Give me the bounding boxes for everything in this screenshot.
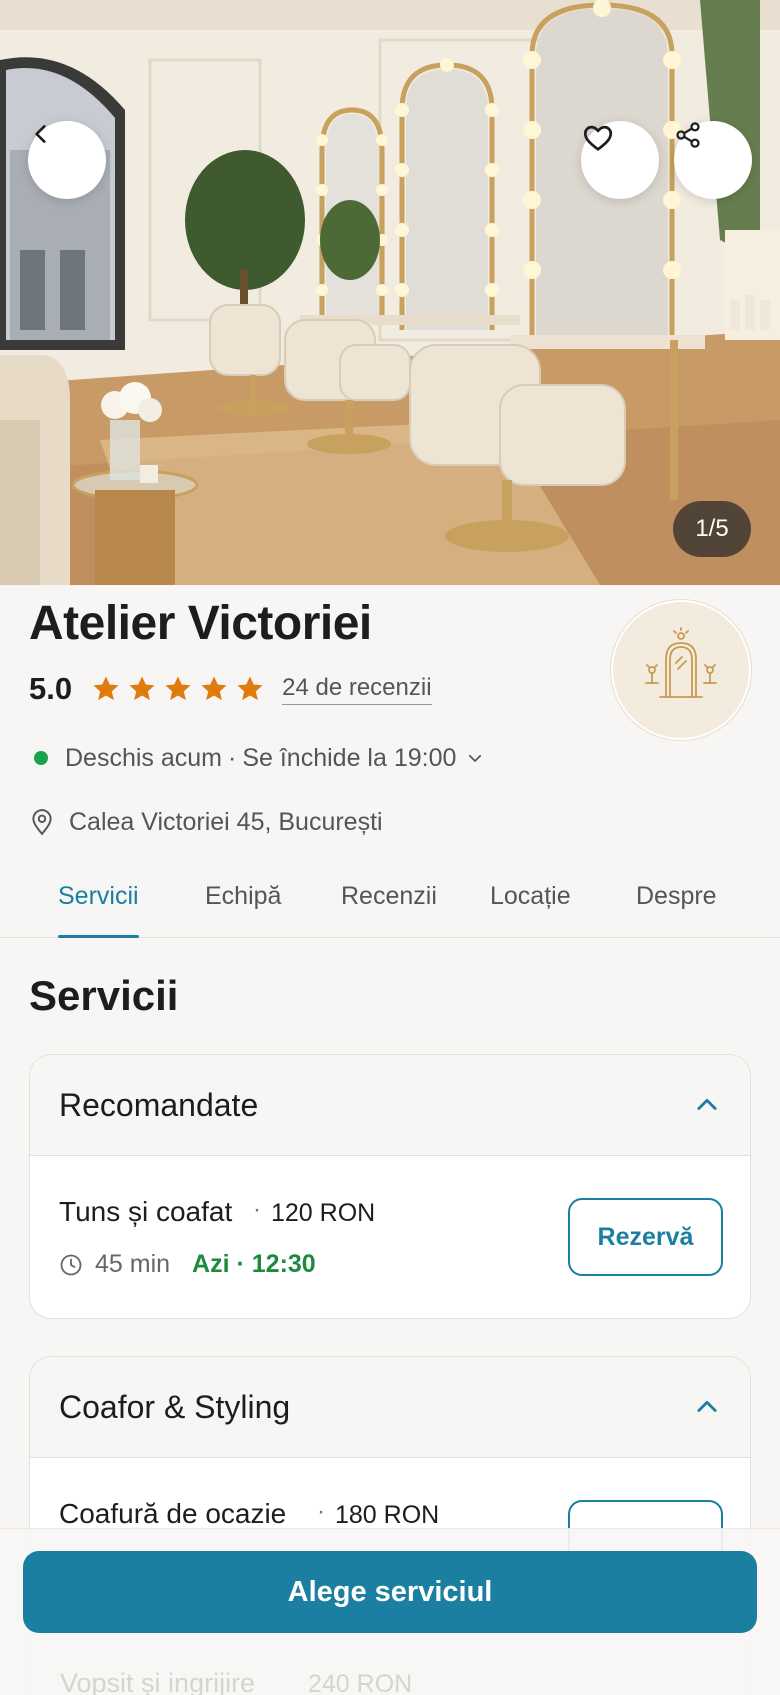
reviews-link[interactable]: 24 de recenzii xyxy=(282,674,432,705)
open-status-dot xyxy=(34,751,48,765)
star-icon xyxy=(93,676,119,701)
gallery-counter: 1/5 xyxy=(673,501,751,557)
service-name: Tuns și coafat xyxy=(59,1196,233,1227)
service-price: 120 RON xyxy=(271,1199,376,1227)
salon-name: Atelier Victoriei xyxy=(29,597,372,650)
service-price-faded: 240 RON xyxy=(308,1670,413,1695)
service-group-title: Recomandate xyxy=(59,1086,259,1123)
service-name-faded: Vopsit și ingrijire xyxy=(60,1668,256,1695)
rating-row: 5.0 24 de recenzii xyxy=(29,667,432,711)
tab-echipa[interactable]: Echipă xyxy=(205,882,281,938)
chevron-up-icon xyxy=(697,1400,717,1412)
service-separator: · xyxy=(253,1196,261,1223)
location-pin-icon xyxy=(32,809,52,836)
salon-logo xyxy=(611,600,751,740)
service-meta: 45 min Azi · 12:30 xyxy=(59,1250,316,1279)
service-item: Tuns și coafat · 120 RON 45 min Azi · 12… xyxy=(30,1156,750,1318)
service-group-header[interactable]: Recomandate xyxy=(30,1055,750,1156)
tab-recenzii[interactable]: Recenzii xyxy=(341,882,437,938)
opening-hours-toggle[interactable]: Deschis acum · Se închide la 19:00 xyxy=(34,740,484,776)
service-group-title: Coafor & Styling xyxy=(59,1388,291,1425)
star-icon xyxy=(129,676,155,701)
closing-time-label: Se închide la 19:00 xyxy=(242,743,457,772)
star-rating xyxy=(90,673,266,705)
chevron-up-icon xyxy=(697,1098,717,1110)
star-icon xyxy=(165,676,191,701)
service-group-header[interactable]: Coafor & Styling xyxy=(30,1357,750,1458)
choose-service-button[interactable]: Alege serviciul xyxy=(23,1551,757,1633)
tab-despre[interactable]: Despre xyxy=(636,882,717,938)
address-row[interactable]: Calea Victoriei 45, București xyxy=(29,804,383,840)
share-button[interactable] xyxy=(674,121,752,199)
address-label: Calea Victoriei 45, București xyxy=(69,807,383,836)
open-status-label: Deschis acum xyxy=(65,743,222,772)
rating-value: 5.0 xyxy=(29,671,73,706)
service-group-recomandate: Recomandate Tuns și coafat · 120 RON 45 … xyxy=(29,1054,751,1319)
tab-servicii[interactable]: Servicii xyxy=(58,882,139,938)
star-icon xyxy=(237,676,263,701)
book-button[interactable]: Rezervă xyxy=(568,1198,723,1276)
status-separator: · xyxy=(228,743,237,772)
services-title: Servicii xyxy=(29,972,179,1019)
salon-interior-illustration xyxy=(0,0,780,585)
service-duration: 45 min xyxy=(95,1250,171,1278)
chevron-down-icon xyxy=(469,754,482,762)
clock-icon xyxy=(60,1254,82,1275)
service-price: 180 RON xyxy=(335,1501,440,1529)
favorite-button[interactable] xyxy=(581,121,659,199)
service-name: Coafură de ocazie xyxy=(59,1498,287,1529)
star-icon xyxy=(201,676,227,701)
section-tabs: Servicii Echipă Recenzii Locație Despre xyxy=(0,870,780,938)
next-available-slot: Azi · 12:30 xyxy=(192,1250,316,1278)
service-separator: · xyxy=(317,1498,325,1525)
mirror-logo-icon xyxy=(645,627,717,698)
salon-photo[interactable]: 1/5 xyxy=(0,0,780,585)
tab-locatie[interactable]: Locație xyxy=(490,882,571,938)
back-button[interactable] xyxy=(28,121,106,199)
